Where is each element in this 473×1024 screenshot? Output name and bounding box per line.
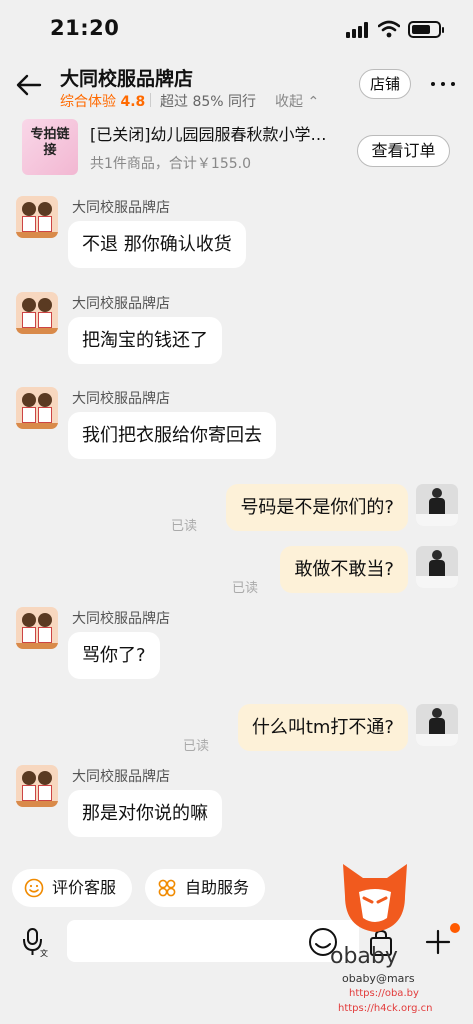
shop-name[interactable]: 大同校服品牌店 [60,64,193,91]
read-receipt: 已读 [183,739,210,754]
shop-avatar[interactable] [16,607,58,649]
view-order-button[interactable]: 查看订单 [357,135,450,167]
user-avatar[interactable] [416,546,458,588]
read-receipt: 已读 [171,519,198,534]
watermark-name: obaby [330,944,398,969]
sender-name: 大同校服品牌店 [72,391,170,407]
notification-dot [450,923,460,933]
fox-logo-watermark [343,864,407,932]
rate-service-label: 评价客服 [52,878,117,897]
divider [150,93,151,107]
self-service-button[interactable]: 自助服务 [145,869,265,907]
sender-name: 大同校服品牌店 [72,769,170,785]
chat-header: 大同校服品牌店 综合体验 4.8 超过 85% 同行 收起 ⌃ 店铺 [0,60,473,116]
microphone-icon[interactable]: 文 [20,926,50,958]
more-dots-icon[interactable] [430,74,456,94]
store-button[interactable]: 店铺 [359,69,411,99]
flower-grid-icon [158,879,176,897]
watermark-url: https://h4ck.org.cn [338,1003,433,1014]
shop-avatar[interactable] [16,196,58,238]
message-bubble-incoming[interactable]: 把淘宝的钱还了 [68,317,222,364]
product-thumbnail: 专拍链接 [22,119,78,175]
cellular-signal-icon [346,22,368,38]
sender-name: 大同校服品牌店 [72,296,170,312]
message-bubble-incoming[interactable]: 不退 那你确认收货 [68,221,246,268]
shop-avatar[interactable] [16,387,58,429]
self-service-label: 自助服务 [185,878,250,897]
rating-value: 4.8 [120,94,146,110]
message-bubble-incoming[interactable]: 那是对你说的嘛 [68,790,222,837]
user-avatar[interactable] [416,484,458,526]
battery-icon [408,21,444,38]
watermark-url: https://oba.by [349,988,419,999]
smile-icon [24,878,44,898]
order-summary: 共1件商品，合计￥155.0 [90,156,251,172]
clock: 21:20 [50,16,120,40]
wifi-icon [378,20,400,38]
message-bubble-incoming[interactable]: 骂你了? [68,632,160,679]
order-title: [已关闭]幼儿园园服春秋款小学… [90,125,327,144]
user-avatar[interactable] [416,704,458,746]
message-bubble-incoming[interactable]: 我们把衣服给你寄回去 [68,412,276,459]
sender-name: 大同校服品牌店 [72,200,170,216]
product-thumbnail-text: 专拍链接 [30,127,70,158]
plus-icon[interactable] [424,928,452,956]
message-bubble-outgoing[interactable]: 什么叫tm打不通? [237,704,408,751]
collapse-toggle[interactable]: 收起 ⌃ [275,91,319,111]
shop-avatar[interactable] [16,765,58,807]
watermark-handle: obaby@mars [342,972,415,985]
shop-avatar[interactable] [16,292,58,334]
order-card[interactable]: 专拍链接 [已关闭]幼儿园园服春秋款小学… 共1件商品，合计￥155.0 查看订… [0,116,473,180]
rating: 综合体验 4.8 [60,91,145,111]
message-bubble-outgoing[interactable]: 号码是不是你们的? [226,484,408,531]
message-bubble-outgoing[interactable]: 敢做不敢当? [280,546,408,593]
rate-service-button[interactable]: 评价客服 [12,869,132,907]
sender-name: 大同校服品牌店 [72,611,170,627]
status-bar: 21:20 [0,0,473,60]
arrow-left-icon[interactable] [14,70,44,100]
rating-label: 综合体验 [60,94,116,110]
read-receipt: 已读 [232,581,259,596]
beat-peers-text: 超过 85% 同行 [160,94,257,110]
svg-text:文: 文 [40,948,48,958]
